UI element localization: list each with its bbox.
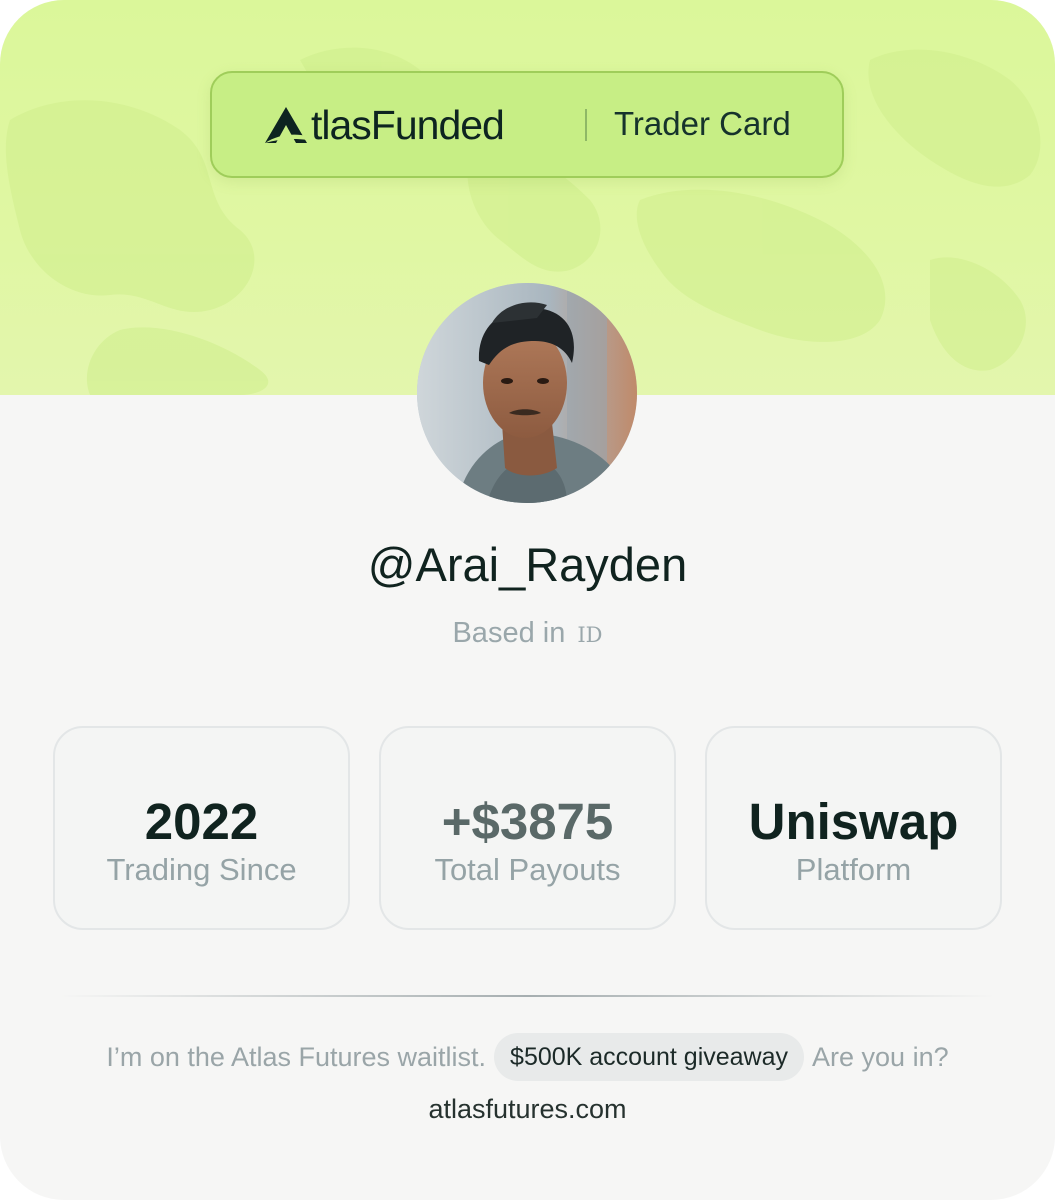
- atlasfunded-logo: tlasFunded: [263, 101, 505, 149]
- stat-trading-since: 2022 Trading Since: [53, 726, 350, 930]
- stat-total-payouts: +$3875 Total Payouts: [379, 726, 676, 930]
- stat-value: 2022: [144, 793, 259, 850]
- brand-wordmark: tlasFunded: [311, 101, 505, 148]
- stat-value: Uniswap: [748, 793, 959, 850]
- stat-value: +$3875: [441, 793, 614, 850]
- location-prefix: Based in: [452, 617, 566, 649]
- stat-label: Platform: [795, 852, 912, 887]
- brand-tag: Trader Card: [614, 105, 791, 142]
- promo-text-before: I’m on the Atlas Futures waitlist.: [106, 1041, 487, 1072]
- avatar: [417, 283, 637, 503]
- user-location: Based in ID: [0, 613, 1055, 655]
- trader-card: tlasFunded Trader Card @Arai_Rayden Base…: [0, 0, 1055, 1200]
- section-divider: [60, 995, 995, 997]
- stat-label: Total Payouts: [434, 852, 621, 887]
- brand-divider: [585, 109, 587, 141]
- user-handle: @Arai_Rayden: [367, 538, 688, 591]
- stat-platform: Uniswap Platform: [705, 726, 1002, 930]
- website-link[interactable]: atlasfutures.com: [0, 1089, 1055, 1129]
- stat-label: Trading Since: [106, 852, 297, 887]
- atlas-a-logo-icon: [265, 107, 307, 143]
- avatar-photo: [417, 283, 637, 503]
- promo-text-after: Are you in?: [812, 1041, 949, 1072]
- location-code: ID: [577, 623, 603, 647]
- promo-line: I’m on the Atlas Futures waitlist. $500K…: [0, 1033, 1055, 1081]
- giveaway-badge: $500K account giveaway: [494, 1033, 805, 1081]
